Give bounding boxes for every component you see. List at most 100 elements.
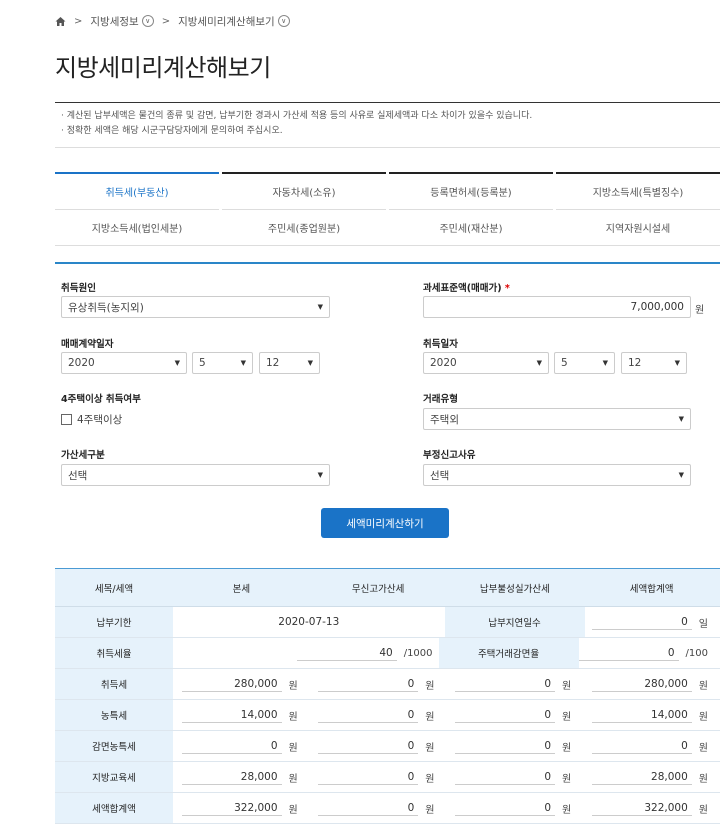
breadcrumb-item-2[interactable]: 지방세미리계산해보기 xyxy=(178,14,275,29)
col-header: 납부불성실가산세 xyxy=(479,583,550,595)
row-label: 취득세 xyxy=(55,669,173,699)
home-icon[interactable] xyxy=(55,16,66,27)
acq-day-select[interactable]: 12 ▼ xyxy=(621,352,687,374)
checkbox-box[interactable] xyxy=(61,414,72,425)
unit: 원 xyxy=(698,804,708,816)
amount-value: 322,000 xyxy=(181,800,282,816)
chevron-right-icon: > xyxy=(161,15,171,27)
amount-value: 0 xyxy=(455,738,556,754)
acq-date-label: 취득일자 xyxy=(423,339,458,350)
unit: 원 xyxy=(562,773,572,785)
tax-tabs: 취득세(부동산) 자동차세(소유) 등록면허세(등록분) 지방소득세(특별징수)… xyxy=(55,172,720,246)
contract-month-select[interactable]: 5 ▼ xyxy=(192,352,253,374)
addtax-select[interactable]: 선택 ▼ xyxy=(61,464,330,486)
amount-cell: 0원 xyxy=(447,793,584,823)
unit: 원 xyxy=(288,804,298,816)
tab-resident-employee[interactable]: 주민세(종업원분) xyxy=(222,210,386,245)
amount-cell: 0원 xyxy=(447,669,584,699)
tab-registration-tax[interactable]: 등록면허세(등록분) xyxy=(389,172,553,210)
unit: 일 xyxy=(698,618,708,630)
unit: 원 xyxy=(288,742,298,754)
dropdown-arrow-icon: ▼ xyxy=(674,359,680,367)
amount-cell: 0원 xyxy=(310,700,447,730)
chevron-right-icon: > xyxy=(74,15,83,27)
select-value: 선택 xyxy=(68,469,88,482)
select-value: 12 xyxy=(628,357,642,369)
unit: 원 xyxy=(425,804,435,816)
house4-checkbox[interactable]: 4주택이상 xyxy=(61,412,122,427)
dropdown-arrow-icon: ▼ xyxy=(240,359,246,367)
dropdown-arrow-icon: ▼ xyxy=(536,359,542,367)
tab-local-income-special[interactable]: 지방소득세(특별징수) xyxy=(556,172,720,210)
chevron-down-icon[interactable]: ∨ xyxy=(141,15,154,27)
amount-cell: 0원 xyxy=(310,793,447,823)
table-row: 감면농특세 0 원 0 원 0 원 0 원 xyxy=(55,731,720,762)
breadcrumb-item-1[interactable]: 지방세정보 xyxy=(90,14,138,29)
notice-line: · 정확한 세액은 해당 시군구담당자에게 문의하여 주십시오. xyxy=(61,126,283,136)
acq-year-select[interactable]: 2020 ▼ xyxy=(423,352,549,374)
dropdown-arrow-icon: ▼ xyxy=(317,471,323,479)
trade-type-select[interactable]: 주택외 ▼ xyxy=(423,408,691,430)
row-label: 지방교육세 xyxy=(55,762,173,792)
unfair-select[interactable]: 선택 ▼ xyxy=(423,464,691,486)
unit: /100 xyxy=(685,647,708,659)
amount-value: 0 xyxy=(318,800,419,816)
reduce-value[interactable]: 0 xyxy=(578,645,679,661)
unfair-label: 부정신고사유 xyxy=(423,450,476,461)
unit: 원 xyxy=(288,773,298,785)
amount-value: 14,000 xyxy=(181,707,282,723)
amount-value: 0 xyxy=(455,800,556,816)
row-label: 취득세율 xyxy=(55,638,173,668)
unit: 원 xyxy=(425,680,435,692)
acq-cause-select[interactable]: 유상취득(농지외) ▼ xyxy=(61,296,330,318)
unit: 원 xyxy=(698,773,708,785)
tab-local-income-corp[interactable]: 지방소득세(법인세분) xyxy=(55,210,219,245)
amount-cell: 0원 xyxy=(447,700,584,730)
select-value: 5 xyxy=(561,357,568,369)
required-mark: * xyxy=(504,283,510,294)
tab-regional-resource[interactable]: 지역자원시설세 xyxy=(556,210,720,245)
tab-resident-property[interactable]: 주민세(재산분) xyxy=(389,210,553,245)
col-header: 세액합계액 xyxy=(629,583,674,595)
contract-day-select[interactable]: 12 ▼ xyxy=(259,352,320,374)
tab-vehicle-tax[interactable]: 자동차세(소유) xyxy=(222,172,386,210)
table-header: 세목/세액 본세 무신고가산세 납부불성실가산세 세액합계액 xyxy=(55,569,720,607)
amount-value: 0 xyxy=(455,769,556,785)
dropdown-arrow-icon: ▼ xyxy=(678,471,684,479)
unit: 원 xyxy=(698,711,708,723)
tax-base-label: 과세표준액(매매가) * xyxy=(423,280,510,294)
tax-base-input[interactable]: 7,000,000 xyxy=(423,296,691,318)
amount-value: 280,000 xyxy=(181,676,282,692)
row-label: 납부지연일수 xyxy=(444,607,585,637)
contract-year-select[interactable]: 2020 ▼ xyxy=(61,352,187,374)
acq-month-select[interactable]: 5 ▼ xyxy=(554,352,615,374)
row-label: 세액합계액 xyxy=(55,793,173,823)
amount-cell: 322,000 원 xyxy=(583,793,720,823)
unit: 원 xyxy=(562,711,572,723)
table-row: 취득세율 40/1000 주택거래감면율 0/100 xyxy=(55,638,720,669)
select-value: 12 xyxy=(266,357,280,369)
won-unit: 원 xyxy=(695,305,705,316)
tab-acquisition-tax[interactable]: 취득세(부동산) xyxy=(55,172,219,210)
amount-cell: 322,000 원 xyxy=(173,793,310,823)
unit: 원 xyxy=(698,742,708,754)
acq-cause-label: 취득원인 xyxy=(61,283,96,294)
amount-cell: 0원 xyxy=(583,731,720,761)
chevron-down-icon[interactable]: ∨ xyxy=(277,15,290,27)
unit: 원 xyxy=(562,804,572,816)
amount-cell: 0원 xyxy=(447,731,584,761)
col-header: 본세 xyxy=(232,583,251,595)
amount-cell: 28,000 원 xyxy=(583,762,720,792)
row-label: 농특세 xyxy=(55,700,173,730)
rate-cell: 40/1000 xyxy=(173,638,439,668)
unit: 원 xyxy=(425,773,435,785)
dropdown-arrow-icon: ▼ xyxy=(174,359,180,367)
unit: 원 xyxy=(698,680,708,692)
amount-cell: 14,000 원 xyxy=(173,700,310,730)
amount-value: 28,000 xyxy=(181,769,282,785)
late-days-value: 0 xyxy=(591,614,692,630)
addtax-label: 가산세구분 xyxy=(61,450,105,461)
amount-cell: 28,000 원 xyxy=(173,762,310,792)
rate-value[interactable]: 40 xyxy=(296,645,397,661)
calculate-button[interactable]: 세액미리계산하기 xyxy=(321,508,449,538)
